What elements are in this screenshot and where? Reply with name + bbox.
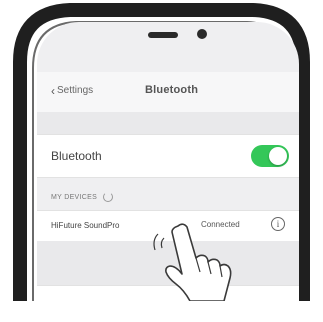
toggle-knob <box>269 147 287 165</box>
section-spacer <box>37 112 299 134</box>
page-title: Bluetooth <box>145 84 199 96</box>
my-devices-header: MY DEVICES <box>51 192 114 202</box>
info-icon[interactable]: i <box>271 217 285 231</box>
device-name: HiFuture SoundPro <box>51 221 120 230</box>
chevron-left-icon: ‹ <box>51 83 55 98</box>
navigation-bar: ‹ Settings Bluetooth <box>37 72 299 112</box>
tapping-hand-icon <box>153 223 232 301</box>
spinner-icon <box>103 192 114 202</box>
speaker-grille <box>148 32 178 38</box>
bluetooth-row: Bluetooth <box>37 134 299 178</box>
bluetooth-toggle[interactable] <box>251 145 289 167</box>
front-camera <box>197 29 207 39</box>
back-button[interactable]: ‹ Settings <box>51 83 94 98</box>
section-header-label: MY DEVICES <box>51 193 98 201</box>
bluetooth-label: Bluetooth <box>51 149 102 163</box>
phone-mockup: ‹ Settings Bluetooth Bluetooth MY DEVICE… <box>0 0 323 322</box>
back-label: Settings <box>57 85 94 96</box>
